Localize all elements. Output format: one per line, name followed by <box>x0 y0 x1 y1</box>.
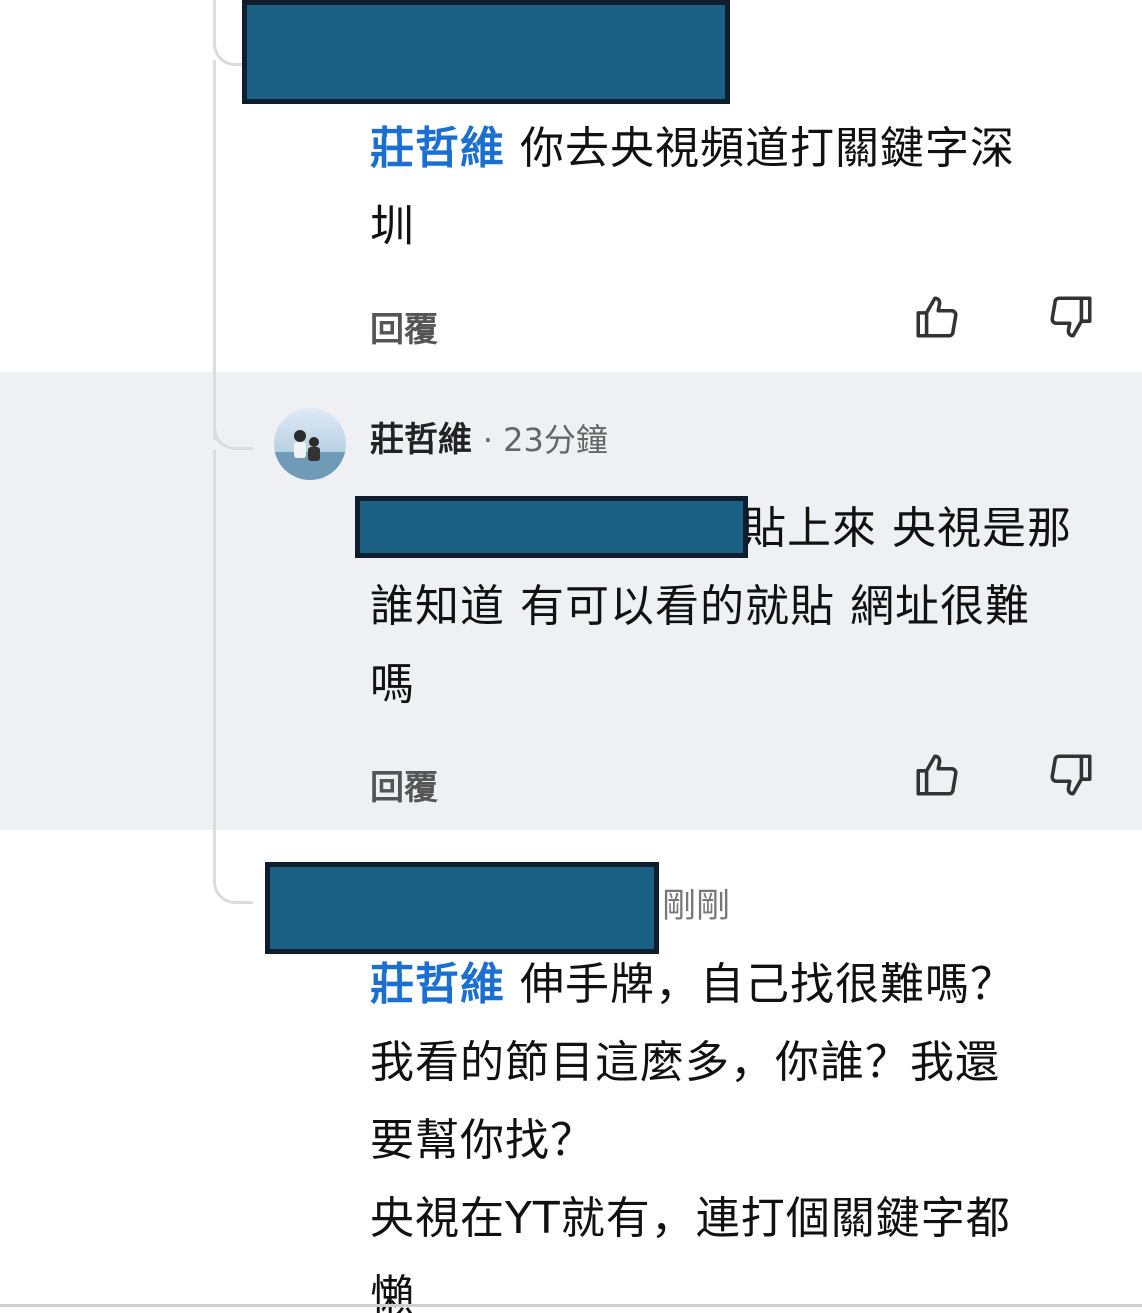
comment-text: 伸手牌，自己找很難嗎？ <box>520 959 1015 1010</box>
comment-text: 央視在YT就有，連打個關鍵字都 <box>370 1193 1011 1244</box>
divider <box>0 1304 1142 1307</box>
redacted-block <box>355 496 748 558</box>
mention-link[interactable]: 莊哲維 <box>370 959 505 1010</box>
comment-header: 莊哲維 · 23分鐘 <box>370 418 608 462</box>
thread-line <box>213 450 216 880</box>
thumbs-up-icon[interactable] <box>912 292 962 342</box>
mention-link[interactable]: 莊哲維 <box>370 123 505 174</box>
comment-text: 要幫你找？ <box>370 1115 595 1166</box>
thumbs-up-icon[interactable] <box>912 750 962 800</box>
comment-text: 我看的節目這麼多，你誰？我還 <box>370 1037 1000 1088</box>
timestamp: · 23分鐘 <box>482 421 608 459</box>
avatar[interactable] <box>274 408 346 480</box>
thumbs-down-icon[interactable] <box>1046 750 1096 800</box>
comment-body: 莊哲維 伸手牌，自己找很難嗎？ 我看的節目這麼多，你誰？我還 要幫你找？ 央視在… <box>370 946 1110 1313</box>
thread-line <box>213 60 216 440</box>
comment-body: 莊哲維 你去央視頻道打關鍵字深 圳 <box>370 110 1110 266</box>
redacted-block <box>242 0 730 104</box>
comment-text: 圳 <box>370 201 415 252</box>
author-name[interactable]: 莊哲維 <box>370 420 472 460</box>
timestamp: 剛剛 <box>662 886 730 926</box>
comment-thread: 莊哲維 你去央視頻道打關鍵字深 圳 回覆 莊哲維 · 23分鐘 貼上來 央視是那… <box>0 0 1142 1313</box>
reply-button[interactable]: 回覆 <box>370 302 438 351</box>
comment-text: 你去央視頻道打關鍵字深 <box>520 123 1015 174</box>
thumbs-down-icon[interactable] <box>1046 292 1096 342</box>
comment-text: 嗎 <box>370 659 415 710</box>
comment-text: 誰知道 有可以看的就貼 網址很難 <box>370 581 1030 632</box>
reply-button[interactable]: 回覆 <box>370 760 438 809</box>
thread-line <box>213 0 216 40</box>
redacted-block <box>265 862 659 954</box>
thread-connector <box>213 874 253 904</box>
